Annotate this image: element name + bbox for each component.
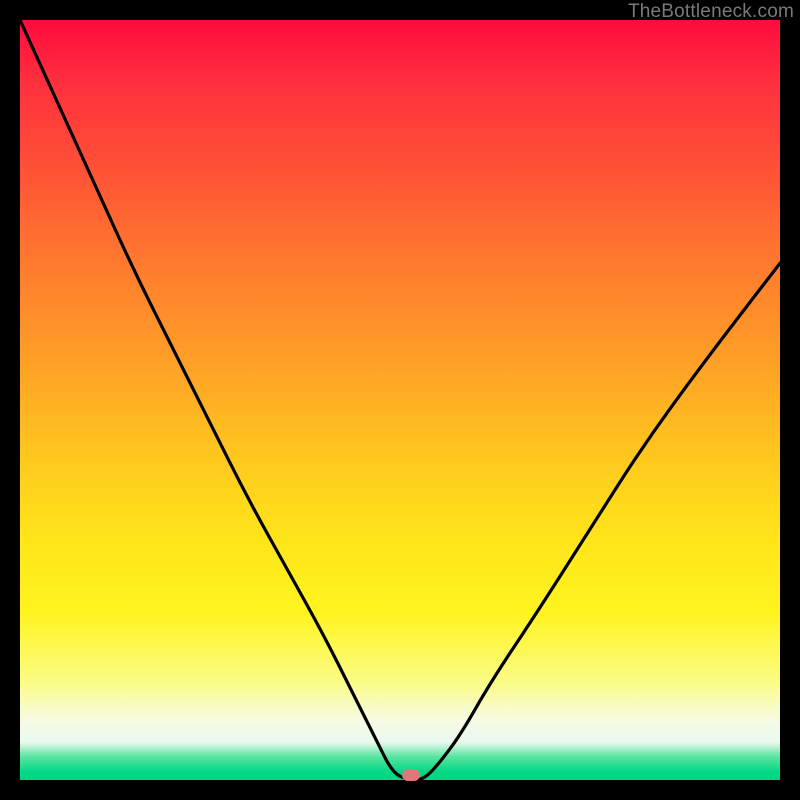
min-point-marker [402, 769, 420, 781]
plot-area [20, 20, 780, 780]
curve-path [20, 20, 780, 780]
bottleneck-curve [20, 20, 780, 780]
chart-frame: TheBottleneck.com [0, 0, 800, 800]
